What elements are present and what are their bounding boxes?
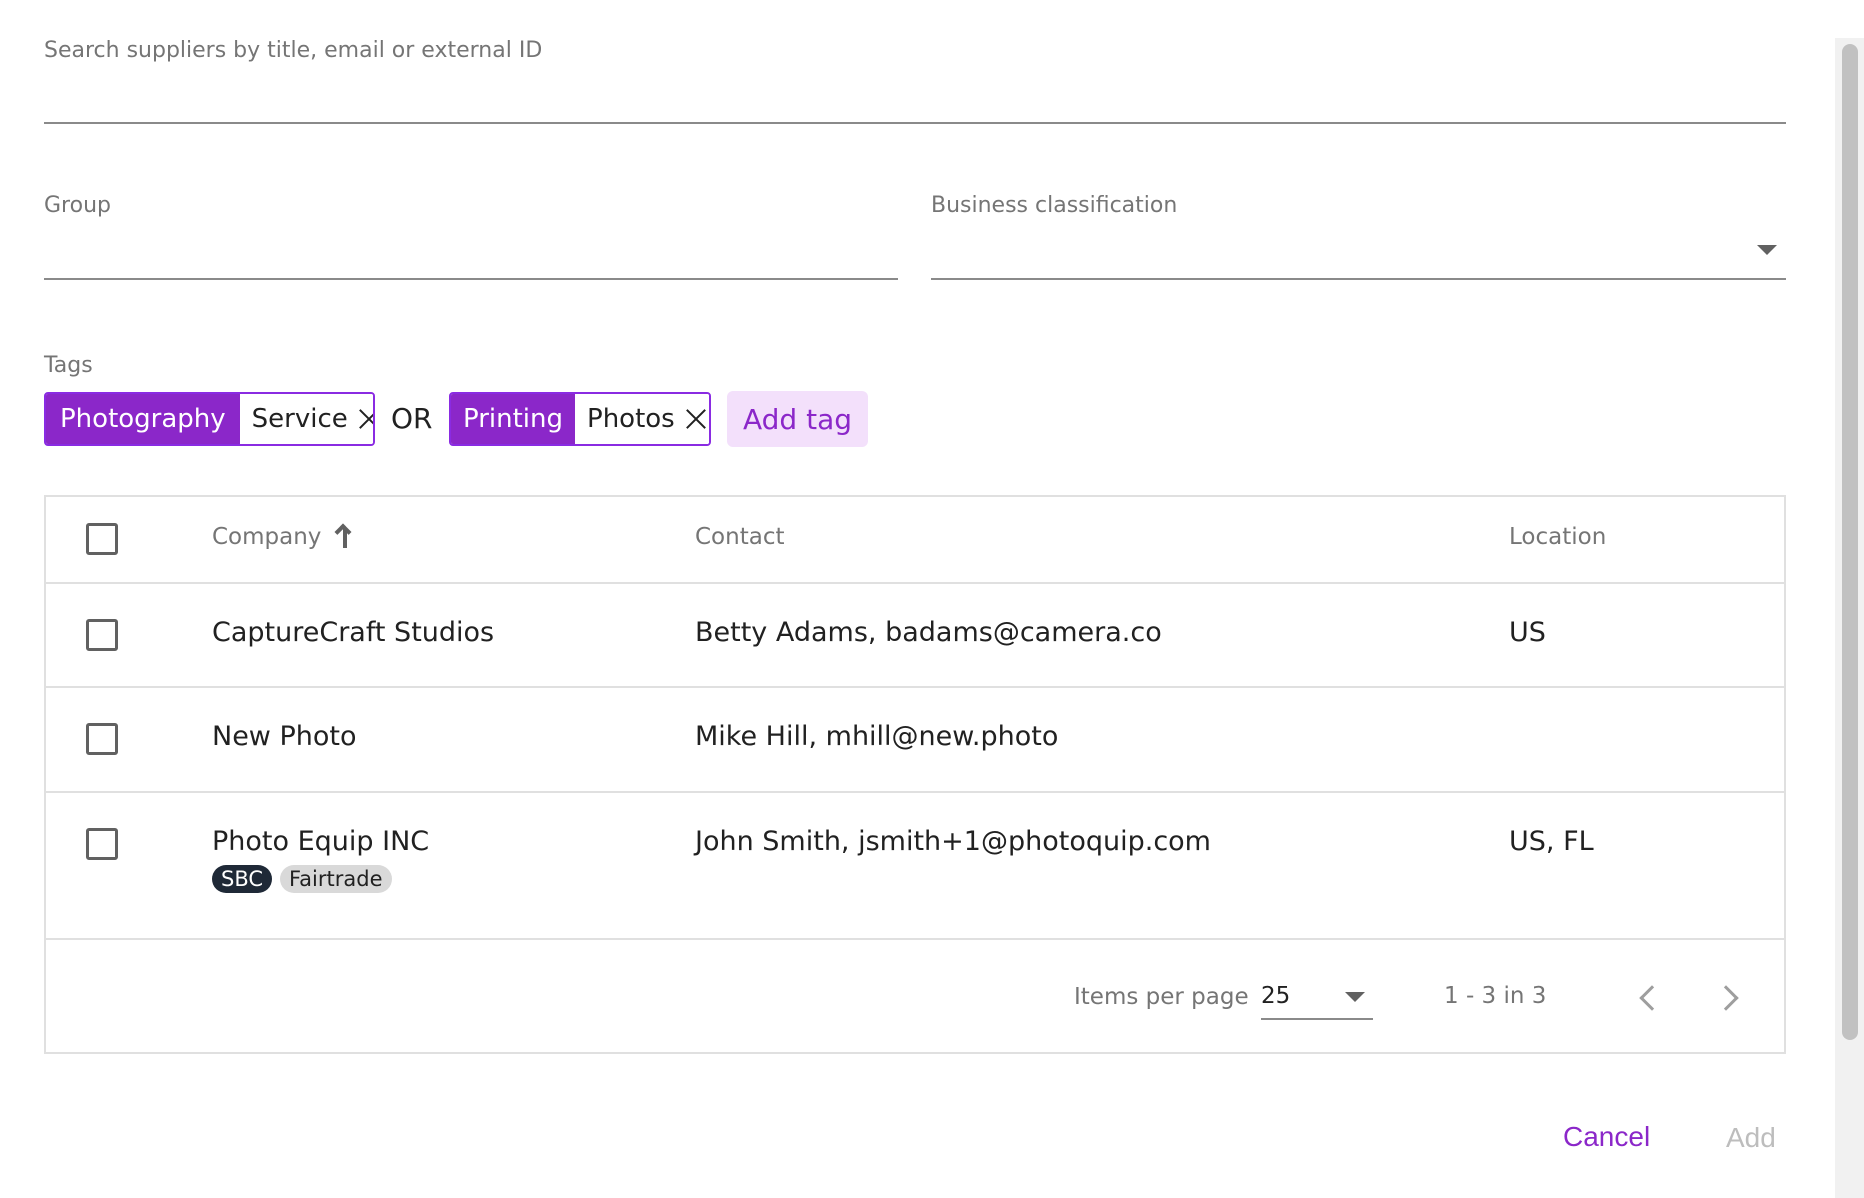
caret-down-icon[interactable]: [1757, 245, 1777, 255]
company-cell: CaptureCraft Studios: [212, 617, 495, 648]
tag-value-label: Photos: [587, 404, 675, 434]
tag-category[interactable]: Printing: [451, 394, 576, 444]
tag-group-printing: Printing Photos: [449, 392, 711, 446]
tag-group-photography: Photography Service: [44, 392, 375, 446]
business-classification-label: Business classification: [931, 193, 1178, 218]
items-per-page-label: Items per page: [1074, 984, 1249, 1010]
select-all-checkbox[interactable]: [86, 523, 118, 555]
suppliers-table: [44, 495, 1786, 1054]
row-divider: [46, 938, 1784, 940]
close-icon[interactable]: [358, 408, 373, 430]
scrollbar-thumb[interactable]: [1842, 44, 1858, 1040]
contact-cell: Betty Adams, badams@camera.co: [695, 617, 1162, 648]
search-label: Search suppliers by title, email or exte…: [44, 38, 543, 63]
company-cell: Photo Equip INC: [212, 826, 430, 857]
cancel-button[interactable]: Cancel: [1563, 1121, 1650, 1153]
business-classification-select[interactable]: [931, 225, 1786, 275]
tag-value: Photos: [575, 394, 709, 444]
row-divider: [46, 582, 1784, 584]
items-per-page-value: 25: [1261, 983, 1291, 1009]
location-column-header: Location: [1509, 524, 1607, 550]
search-input[interactable]: [44, 70, 1786, 120]
arrow-up-icon: [333, 524, 357, 550]
close-icon[interactable]: [685, 408, 707, 430]
row-checkbox[interactable]: [86, 723, 118, 755]
tags-label: Tags: [44, 353, 93, 378]
items-per-page-select[interactable]: 25: [1261, 974, 1373, 1020]
contact-cell: John Smith, jsmith+1@photoquip.com: [695, 826, 1211, 857]
caret-down-icon: [1345, 992, 1365, 1002]
company-badges: SBC Fairtrade: [212, 865, 392, 893]
company-header-label: Company: [212, 524, 322, 550]
add-button[interactable]: Add: [1726, 1122, 1776, 1154]
row-checkbox[interactable]: [86, 828, 118, 860]
group-input[interactable]: [44, 225, 898, 275]
search-underline: [44, 122, 1786, 124]
badge-fairtrade: Fairtrade: [280, 865, 392, 893]
location-cell: US, FL: [1509, 826, 1594, 857]
group-label: Group: [44, 193, 111, 218]
location-cell: US: [1509, 617, 1546, 648]
tag-category[interactable]: Photography: [46, 394, 240, 444]
page-range: 1 - 3 in 3: [1444, 983, 1547, 1009]
company-column-header[interactable]: Company: [212, 524, 357, 550]
badge-sbc: SBC: [212, 865, 273, 893]
row-checkbox[interactable]: [86, 619, 118, 651]
group-underline: [44, 278, 898, 280]
contact-cell: Mike Hill, mhill@new.photo: [695, 721, 1059, 752]
tag-value: Service: [239, 394, 373, 444]
row-divider: [46, 791, 1784, 793]
add-tag-button[interactable]: Add tag: [727, 391, 869, 447]
contact-column-header: Contact: [695, 524, 785, 550]
business-classification-underline: [931, 278, 1786, 280]
tag-value-label: Service: [251, 404, 348, 434]
company-cell: New Photo: [212, 721, 357, 752]
tag-operator: OR: [391, 402, 433, 435]
row-divider: [46, 686, 1784, 688]
